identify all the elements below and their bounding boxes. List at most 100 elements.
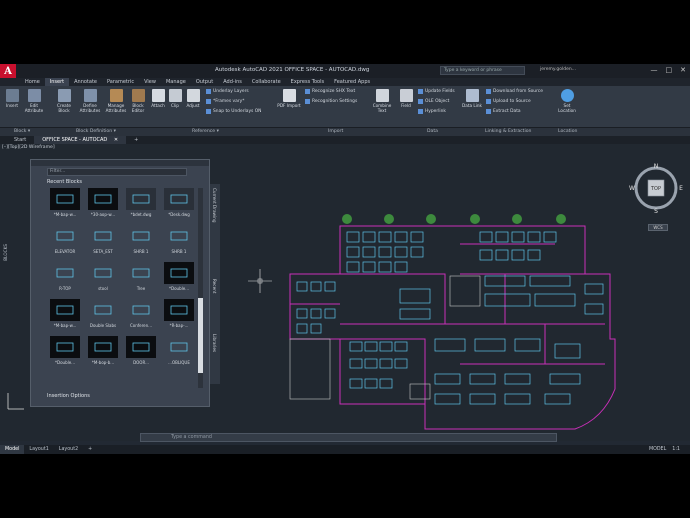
manage-attributes-icon: [109, 89, 123, 102]
block-item[interactable]: *M-bap-w...: [47, 188, 83, 217]
tab-insert[interactable]: Insert: [44, 78, 70, 86]
tab-recent[interactable]: Recent: [212, 279, 217, 293]
define-attributes-button[interactable]: Define Attributes: [78, 89, 102, 113]
block-item[interactable]: *Double...: [161, 262, 197, 291]
office-floor-plan[interactable]: [285, 214, 625, 434]
panel-reference[interactable]: Reference ▾: [192, 129, 219, 134]
command-line-input[interactable]: Type a command: [140, 433, 557, 442]
tab-layout1[interactable]: Layout1: [24, 445, 53, 454]
block-item[interactable]: SHRB 1: [123, 225, 159, 254]
snap-to-underlays-dropdown[interactable]: Snap to Underlays ON: [206, 109, 261, 114]
block-item[interactable]: *Desk.dwg: [161, 188, 197, 217]
search-input[interactable]: Type a keyword or phrase: [440, 66, 525, 75]
compass-south[interactable]: S: [654, 208, 658, 215]
block-item[interactable]: SHRB 1: [161, 225, 197, 254]
block-item[interactable]: *M-bop-b...: [85, 336, 121, 365]
tab-add-ins[interactable]: Add-ins: [218, 78, 247, 86]
block-thumbnail: [50, 225, 80, 247]
wcs-dropdown[interactable]: WCS: [648, 224, 668, 231]
ribbon-panel-labels: Block ▾ Block Definition ▾ Reference ▾ I…: [0, 128, 690, 136]
tab-libraries[interactable]: Libraries: [212, 334, 217, 352]
block-label: *M-bop-b...: [91, 360, 115, 365]
edit-attribute-button[interactable]: Edit Attribute: [22, 89, 46, 113]
scrollbar-thumb[interactable]: [198, 298, 203, 373]
block-item[interactable]: Double Slabs: [85, 299, 121, 328]
minimize-button[interactable]: —: [651, 66, 658, 74]
panel-block-definition[interactable]: Block Definition ▾: [76, 129, 116, 134]
panel-data: Data: [427, 129, 438, 134]
set-location-button[interactable]: Set Location: [555, 89, 579, 113]
tab-home[interactable]: Home: [20, 78, 45, 86]
recognize-shx-text-button[interactable]: Recognize SHX Text: [305, 89, 355, 94]
new-tab-button[interactable]: +: [126, 136, 146, 144]
tab-layout2[interactable]: Layout2: [54, 445, 83, 454]
block-item[interactable]: *bdet.dwg: [123, 188, 159, 217]
palette-scrollbar[interactable]: [198, 188, 203, 388]
block-thumbnail: [88, 336, 118, 358]
extract-data-button[interactable]: Extract Data: [486, 109, 521, 114]
block-item[interactable]: ELEVATOR: [47, 225, 83, 254]
autocad-logo-icon[interactable]: A: [0, 64, 16, 78]
panel-block[interactable]: Block ▾: [14, 129, 30, 134]
block-item[interactable]: Tree: [123, 262, 159, 291]
annotation-scale[interactable]: 1:1: [672, 445, 680, 454]
add-layout-button[interactable]: +: [83, 445, 97, 454]
field-button[interactable]: Field: [394, 89, 418, 108]
upload-icon: [486, 99, 491, 104]
tab-current-drawing[interactable]: Current Drawing: [212, 188, 217, 222]
close-button[interactable]: ✕: [680, 66, 686, 74]
block-item[interactable]: SETA_EST: [85, 225, 121, 254]
palette-header[interactable]: [31, 160, 209, 166]
manage-attributes-button[interactable]: Manage Attributes: [104, 89, 128, 113]
block-item[interactable]: Conferen...: [123, 299, 159, 328]
doc-tab-office-space[interactable]: OFFICE SPACE - AUTOCAD ✕: [34, 136, 127, 144]
tab-parametric[interactable]: Parametric: [102, 78, 139, 86]
viewport-controls[interactable]: [–][Top][2D Wireframe]: [2, 145, 55, 150]
compass-north[interactable]: N: [654, 163, 659, 170]
pdf-import-button[interactable]: PDF Import: [277, 89, 301, 108]
insert-button[interactable]: Insert: [0, 89, 24, 108]
hyperlink-button[interactable]: Hyperlink: [418, 109, 446, 114]
create-block-button[interactable]: Create Block: [52, 89, 76, 113]
ole-object-button[interactable]: OLE Object: [418, 99, 449, 104]
block-item[interactable]: stool: [85, 262, 121, 291]
palette-side-tabs: Current Drawing Recent Libraries: [210, 184, 220, 384]
tab-model[interactable]: Model: [0, 445, 25, 454]
tab-manage[interactable]: Manage: [161, 78, 191, 86]
block-item[interactable]: *Double...: [47, 336, 83, 365]
filter-input[interactable]: Filter...: [47, 168, 187, 176]
block-item[interactable]: *R-bap-...: [161, 299, 197, 328]
update-fields-button[interactable]: Update Fields: [418, 89, 455, 94]
adjust-button[interactable]: Adjust: [181, 89, 205, 108]
block-item[interactable]: ...OBLIQUE: [161, 336, 197, 365]
tab-output[interactable]: Output: [191, 78, 218, 86]
compass-east[interactable]: E: [679, 185, 683, 192]
underlay-layers-button[interactable]: Underlay Layers: [206, 89, 249, 94]
upload-to-source-button[interactable]: Upload to Source: [486, 99, 531, 104]
viewcube-top-label[interactable]: TOP: [650, 186, 661, 192]
data-link-button[interactable]: Data Link: [460, 89, 484, 108]
frames-vary-dropdown[interactable]: *Frames vary*: [206, 99, 244, 104]
compass-west[interactable]: W: [629, 185, 635, 192]
tab-view[interactable]: View: [139, 78, 161, 86]
model-space-toggle[interactable]: MODEL: [649, 445, 666, 454]
combine-text-button[interactable]: Combine Text: [370, 89, 394, 113]
download-from-source-button[interactable]: Download from Source: [486, 89, 543, 94]
tab-featured-apps[interactable]: Featured Apps: [329, 78, 375, 86]
block-item[interactable]: *M-bap-w...: [47, 299, 83, 328]
tab-express-tools[interactable]: Express Tools: [286, 78, 329, 86]
maximize-button[interactable]: □: [666, 66, 673, 74]
block-thumbnail: [50, 299, 80, 321]
close-tab-icon[interactable]: ✕: [114, 137, 118, 143]
viewcube[interactable]: TOP N S E W: [628, 162, 684, 218]
block-thumbnail: [126, 336, 156, 358]
block-item[interactable]: DOOR...: [123, 336, 159, 365]
recognition-settings-button[interactable]: Recognition Settings: [305, 99, 357, 104]
doc-tab-start[interactable]: Start: [0, 136, 34, 144]
tab-collaborate[interactable]: Collaborate: [247, 78, 286, 86]
block-item[interactable]: *30-aop-w...: [85, 188, 121, 217]
block-item[interactable]: R-TOP: [47, 262, 83, 291]
user-account[interactable]: jeremy.golden...: [540, 67, 576, 72]
insertion-options-toggle[interactable]: Insertion Options: [47, 393, 90, 399]
tab-annotate[interactable]: Annotate: [69, 78, 102, 86]
